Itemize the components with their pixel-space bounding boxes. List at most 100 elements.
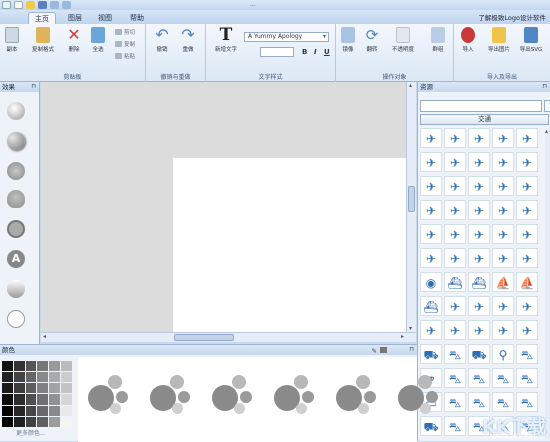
resource-item[interactable]: ✈	[516, 248, 538, 268]
color-swatch[interactable]	[25, 372, 37, 383]
resource-item[interactable]: ✈	[420, 152, 442, 172]
resource-item[interactable]: ⛍	[492, 368, 514, 388]
color-swatch[interactable]	[37, 361, 49, 372]
undo-button[interactable]: ↶ 撤销	[152, 27, 172, 54]
new-icon[interactable]	[14, 1, 23, 9]
resource-item[interactable]: ✈	[468, 224, 490, 244]
resource-item[interactable]: ⛍	[516, 344, 538, 364]
resource-item[interactable]: ⛍	[444, 344, 466, 364]
resource-item[interactable]: ✈	[516, 296, 538, 316]
italic-button[interactable]: I	[314, 48, 317, 56]
resource-item[interactable]: ⛍	[516, 392, 538, 412]
resource-item[interactable]: ⛟	[420, 344, 442, 364]
resource-item[interactable]: ✈	[516, 176, 538, 196]
effect-preview[interactable]	[212, 371, 256, 415]
resource-search-input[interactable]	[420, 100, 542, 112]
current-color-swatch[interactable]	[380, 347, 387, 353]
bold-button[interactable]: B	[302, 48, 307, 56]
color-swatch[interactable]	[13, 394, 25, 405]
effect-preview[interactable]	[274, 371, 318, 415]
color-swatch[interactable]	[25, 416, 37, 427]
color-swatch[interactable]	[61, 361, 72, 372]
color-swatch[interactable]	[37, 383, 49, 394]
color-swatch[interactable]	[61, 372, 72, 383]
resource-item[interactable]: ✈	[492, 296, 514, 316]
scroll-thumb[interactable]	[174, 334, 234, 341]
color-swatch[interactable]	[61, 394, 72, 405]
color-swatch[interactable]	[37, 372, 49, 383]
new-text-button[interactable]: T 新增文字	[210, 27, 242, 54]
resource-item[interactable]: ⛍	[468, 392, 490, 412]
duplicate-button[interactable]: 副本	[2, 27, 22, 53]
effect-preview[interactable]	[336, 371, 380, 415]
resource-item[interactable]: ✈	[444, 248, 466, 268]
effect-swatch[interactable]	[7, 220, 25, 238]
resource-item[interactable]: ✈	[516, 128, 538, 148]
color-swatch[interactable]	[13, 361, 25, 372]
tab-help[interactable]: 帮助	[124, 12, 150, 24]
resource-item[interactable]: ⛍	[492, 392, 514, 412]
resource-item[interactable]: ✈	[444, 176, 466, 196]
font-family-select[interactable]: A Yummy Apology	[244, 32, 329, 42]
resource-item[interactable]: ⛴	[420, 296, 442, 316]
category-select[interactable]: 交通	[420, 114, 549, 125]
resource-item[interactable]: ✈	[468, 128, 490, 148]
resources-scrollbar[interactable]: ▴	[545, 128, 550, 438]
effect-swatch[interactable]	[7, 132, 25, 150]
resource-item[interactable]: ⛍	[468, 368, 490, 388]
resource-item[interactable]: ✈	[420, 320, 442, 340]
canvas-area[interactable]	[41, 82, 406, 332]
resource-item[interactable]: ✈	[516, 224, 538, 244]
help-text[interactable]: 了解极致Logo设计软件	[478, 12, 546, 22]
pin-icon[interactable]: ⊓	[542, 82, 547, 92]
resource-item[interactable]: ✈	[492, 200, 514, 220]
copy-button[interactable]: 复制	[115, 40, 135, 48]
resource-item[interactable]: ✈	[444, 200, 466, 220]
cut-button[interactable]: 剪切	[115, 28, 135, 36]
resource-item[interactable]: ⛵	[516, 272, 538, 292]
pin-icon[interactable]: ⊓	[31, 82, 36, 92]
format-painter-button[interactable]: 复制格式	[28, 27, 58, 53]
resource-item[interactable]: ✈	[516, 320, 538, 340]
font-size-select[interactable]	[260, 47, 294, 57]
color-swatch[interactable]	[25, 405, 37, 416]
eyedropper-icon[interactable]: ✎	[372, 346, 377, 356]
color-swatch[interactable]	[2, 361, 13, 372]
color-swatch[interactable]	[2, 383, 13, 394]
resource-item[interactable]: ✈	[468, 320, 490, 340]
tab-view[interactable]: 视图	[92, 12, 118, 24]
vertical-scrollbar[interactable]: ▴ ▾	[406, 82, 416, 332]
resource-item[interactable]: ✈	[444, 128, 466, 148]
resource-item[interactable]: ✈	[444, 320, 466, 340]
color-swatch[interactable]	[61, 416, 72, 427]
search-button[interactable]	[544, 100, 550, 112]
color-swatch[interactable]	[37, 394, 49, 405]
resource-item[interactable]: ✈	[492, 320, 514, 340]
export-svg-button[interactable]: 导出SVG	[516, 27, 546, 53]
resource-item[interactable]: ✈	[444, 296, 466, 316]
resource-item[interactable]: ✈	[492, 248, 514, 268]
group-button[interactable]: 群组	[428, 27, 448, 53]
color-swatch[interactable]	[25, 361, 37, 372]
color-swatch[interactable]	[49, 416, 61, 427]
effect-swatch[interactable]	[7, 190, 25, 208]
effect-preview[interactable]	[398, 371, 442, 415]
color-swatch[interactable]	[37, 416, 49, 427]
delete-button[interactable]: ✕ 删除	[64, 27, 84, 54]
color-swatch[interactable]	[49, 394, 61, 405]
resource-item[interactable]: ⛍	[444, 368, 466, 388]
opacity-button[interactable]: 不透明度	[386, 27, 420, 53]
resource-item[interactable]: ⛵	[492, 272, 514, 292]
resource-item[interactable]: ⛴	[468, 272, 490, 292]
resource-item[interactable]: ⛟	[420, 416, 442, 436]
color-swatch[interactable]	[25, 383, 37, 394]
resource-item[interactable]: ✈	[492, 128, 514, 148]
resource-item[interactable]: ✈	[492, 152, 514, 172]
color-swatch[interactable]	[2, 372, 13, 383]
resource-item[interactable]: ✈	[444, 224, 466, 244]
select-all-button[interactable]: 全选	[88, 27, 108, 53]
scroll-right-icon[interactable]: ▸	[401, 333, 404, 340]
resource-item[interactable]: ✈	[516, 152, 538, 172]
color-swatch[interactable]	[49, 361, 61, 372]
resource-item[interactable]: ⛍	[444, 392, 466, 412]
